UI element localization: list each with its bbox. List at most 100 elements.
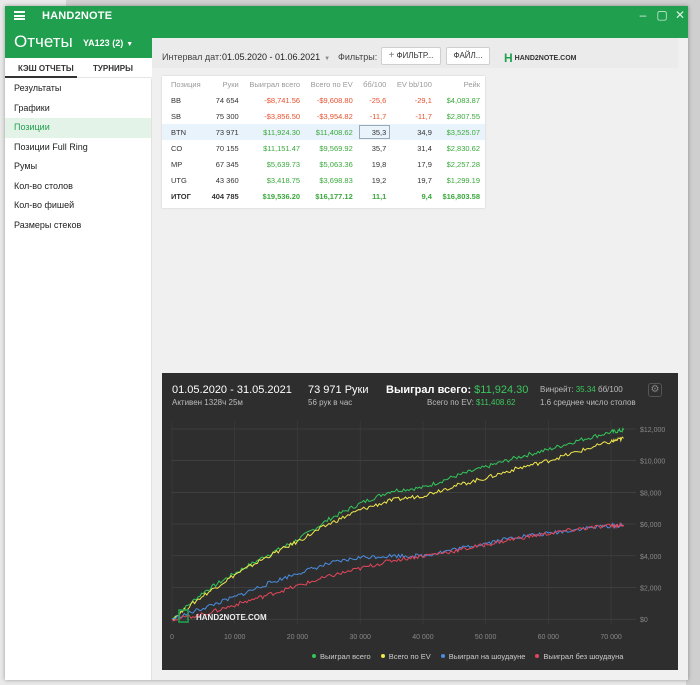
report-tabs: КЭШ ОТЧЕТЫ ТУРНИРЫ: [5, 58, 152, 78]
cell-bb100: 11,1: [372, 191, 387, 201]
chart-legend: Выиграл всего Всего по EV Выиграл на шоуда…: [312, 652, 642, 661]
y-tick-label: $0: [640, 617, 648, 624]
table-row[interactable]: CO 70 155 $11,151.47 $9,569.92 35,7 31,4 $2,83…: [162, 140, 485, 156]
cell-rake: $1,299.19: [446, 175, 480, 185]
date-range-value: 01.05.2020 - 01.06.2021: [222, 52, 321, 62]
column-header[interactable]: Выиграл всего: [244, 76, 305, 92]
cell-hands: 73 971: [206, 124, 244, 140]
account-selector[interactable]: YA123 (2) ▼: [83, 38, 133, 48]
cell-rake: $2,830.62: [446, 143, 480, 153]
tab-cash-reports[interactable]: КЭШ ОТЧЕТЫ: [18, 64, 74, 73]
legend-dot-icon: [380, 654, 385, 658]
sidebar: Результаты Графики Позиции Позиции Full …: [5, 79, 152, 680]
logo-mark-icon: H: [504, 51, 513, 65]
cell-ev-bb100: 17,9: [417, 159, 432, 169]
cell-won-total: $3,418.75: [266, 175, 301, 185]
legend-item[interactable]: Выиграл всего: [312, 652, 371, 661]
cell-position: BB: [171, 95, 182, 105]
cell-won-total: $19,536.20: [262, 191, 301, 201]
sidebar-item-rooms[interactable]: Румы: [5, 157, 151, 177]
cell-bb100: 35,7: [371, 143, 387, 153]
cell-bb100: -25,6: [369, 95, 387, 105]
positions-table: Позиция Руки Выиграл всего Всего по EV б…: [162, 76, 485, 204]
date-range-select[interactable]: 01.05.2020 - 01.06.2021 ▼: [222, 52, 330, 62]
sidebar-item-stack-sizes[interactable]: Размеры стеков: [5, 216, 151, 236]
graph-panel: 01.05.2020 - 31.05.2021 Активен 1328ч 25…: [162, 373, 678, 670]
cell-ev-total: $5,063.36: [319, 159, 353, 169]
sidebar-item-graphs[interactable]: Графики: [5, 99, 151, 119]
minimize-icon[interactable]: –: [637, 9, 649, 21]
y-tick-label: $10,000: [640, 459, 665, 466]
x-tick-label: 70 000: [600, 634, 622, 641]
x-tick-label: 60 000: [538, 634, 560, 641]
cell-position: MP: [171, 159, 183, 169]
cell-position: BTN: [162, 124, 207, 140]
cell-won-total: $11,151.47: [263, 143, 301, 153]
cell-bb100: -11,7: [369, 111, 387, 121]
plus-icon: +: [388, 50, 395, 61]
tab-tournaments[interactable]: ТУРНИРЫ: [93, 64, 133, 73]
sidebar-item-positions[interactable]: Позиции: [5, 118, 151, 138]
cell-position: UTG: [171, 175, 187, 185]
column-header[interactable]: бб/100: [358, 76, 392, 92]
chevron-down-icon: ▼: [324, 56, 331, 62]
cell-ev-total: $9,569.92: [319, 143, 353, 153]
x-tick-label: 40 000: [412, 634, 434, 641]
column-header[interactable]: Всего по EV: [305, 76, 358, 92]
y-tick-label: $8,000: [640, 490, 662, 497]
title-bar: HAND2NOTE – ▢ ✕: [5, 6, 688, 26]
cell-ev-bb100: 19,7: [417, 175, 432, 185]
cell-ev-total: -$9,608.80: [316, 95, 353, 105]
cell-won-total: $5,639.73: [266, 159, 301, 169]
legend-item[interactable]: Выиграл без шоудауна: [535, 652, 623, 661]
header-band: [152, 26, 688, 64]
legend-item[interactable]: Всего по EV: [380, 652, 431, 661]
legend-item[interactable]: Выиграл на шоудауне: [440, 652, 526, 661]
cell-ev-bb100: -29,1: [414, 95, 432, 105]
legend-dot-icon: [312, 654, 316, 658]
y-tick-label: $12,000: [640, 427, 665, 434]
column-header[interactable]: Рейк: [437, 76, 485, 92]
sidebar-item-positions-full-ring[interactable]: Позиции Full Ring: [5, 138, 151, 158]
sidebar-item-results[interactable]: Результаты: [5, 79, 151, 99]
legend-label: Выиграл на шоудауне: [448, 652, 526, 661]
cell-hands: 70 155: [215, 143, 239, 153]
table-total-row[interactable]: ИТОГ 404 785 $19,536.20 $16,177.12 11,1 9,4 $1…: [162, 188, 485, 204]
filter-button-label: ФИЛЬТР...: [396, 51, 434, 60]
table-row[interactable]: SB 75 300 -$3,856.50 -$3,954.82 -11,7 -11,7 $2…: [162, 108, 485, 124]
cell-won-total: -$3,856.50: [264, 111, 301, 121]
table-row[interactable]: MP 67 345 $5,639.73 $5,063.36 19,8 17,9 $2,257…: [162, 156, 485, 172]
page-header: Отчеты YA123 (2) ▼: [5, 26, 152, 58]
menu-icon[interactable]: [14, 11, 25, 20]
table-row[interactable]: BB 74 654 -$8,741.56 -$9,608.80 -25,6 -29,1 $4…: [162, 92, 485, 108]
sidebar-item-table-count[interactable]: Кол-во столов: [5, 177, 151, 197]
app-name: HAND2NOTE: [42, 10, 113, 22]
maximize-icon[interactable]: ▢: [656, 9, 668, 21]
profit-graph: $0 $2,000 $4,000 $6,000 $8,000 $10,000 $12,000…: [170, 421, 665, 641]
cell-position: ИТОГ: [171, 191, 191, 201]
cell-ev-total: $11,408.62: [305, 124, 358, 140]
y-tick-label: $2,000: [640, 586, 662, 593]
legend-dot-icon: [440, 654, 445, 658]
cell-bb100: 35,3: [357, 124, 392, 140]
hand2note-logo: H HAND2NOTE.COM: [504, 51, 577, 65]
table-row[interactable]: BTN 73 971 $11,924.30 $11,408.62 35,3 34,9 $3,…: [162, 124, 485, 140]
cell-hands: 43 360: [215, 175, 239, 185]
filter-button[interactable]: + ФИЛЬТР...: [381, 47, 441, 65]
chevron-down-icon: ▼: [126, 41, 134, 48]
cell-bb100: 19,8: [371, 159, 387, 169]
sidebar-item-chip-count[interactable]: Кол-во фишей: [5, 196, 151, 216]
column-header[interactable]: EV bb/100: [391, 76, 437, 92]
positions-table-card: Позиция Руки Выиграл всего Всего по EV б…: [162, 76, 485, 208]
cell-ev-total: -$3,954.82: [316, 111, 353, 121]
file-button[interactable]: ФАЙЛ...: [446, 47, 490, 65]
account-name: YA123 (2): [83, 38, 124, 48]
y-tick-label: $4,000: [640, 554, 662, 561]
cell-ev-bb100: 31,4: [417, 143, 432, 153]
main-content: Интервал дат: 01.05.2020 - 01.06.2021 ▼ Ф…: [152, 38, 688, 680]
table-row[interactable]: UTG 43 360 $3,418.75 $3,698.83 19,2 19,7 $1,29…: [162, 172, 485, 188]
close-icon[interactable]: ✕: [674, 9, 686, 21]
cell-ev-bb100: 34,9: [391, 124, 437, 140]
column-header[interactable]: Руки: [206, 76, 244, 92]
column-header[interactable]: Позиция: [162, 76, 206, 92]
